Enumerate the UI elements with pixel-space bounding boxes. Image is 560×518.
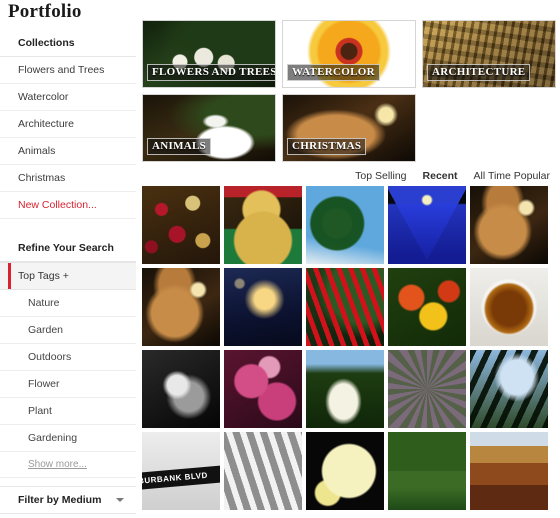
street-sign-line-1: BURBANK BLVD [142,471,208,487]
collection-banner-architecture[interactable]: ARCHITECTURE [422,20,556,88]
sidebar-filter-by-medium[interactable]: Filter by Medium [0,486,136,514]
sidebar-group-top-tags[interactable]: Top Tags + [0,262,136,290]
sidebar-tag-gardening[interactable]: Gardening [0,425,136,452]
collection-banner-row-1: FLOWERS AND TREES WATERCOLOR ARCHITECTUR… [142,20,560,88]
sidebar-tag-plant[interactable]: Plant [0,398,136,425]
collection-banner-label: WATERCOLOR [287,64,380,81]
photo-grid: BURBANK BLVD [142,186,548,510]
photo-thumbnail[interactable] [142,186,220,264]
sidebar-tag-nature[interactable]: Nature [0,290,136,317]
portfolio-page: Portfolio Collections Flowers and Trees … [0,0,560,518]
collection-banner-label: CHRISTMAS [287,138,367,155]
sidebar-tag-outdoors[interactable]: Outdoors [0,344,136,371]
collection-banner-watercolor[interactable]: WATERCOLOR [282,20,416,88]
photo-thumbnail[interactable] [470,186,548,264]
sidebar-item-architecture[interactable]: Architecture [0,111,136,138]
sidebar-tag-flower[interactable]: Flower [0,371,136,398]
photo-thumbnail[interactable] [470,432,548,510]
photo-thumbnail[interactable] [388,268,466,346]
photo-thumbnail[interactable]: BURBANK BLVD [142,432,220,510]
photo-thumbnail[interactable] [388,350,466,428]
sidebar-item-new-collection[interactable]: New Collection... [0,192,136,219]
photo-thumbnail[interactable] [306,350,384,428]
collection-banners: FLOWERS AND TREES WATERCOLOR ARCHITECTUR… [142,20,560,168]
photo-thumbnail[interactable] [470,350,548,428]
photo-thumbnail[interactable] [224,350,302,428]
collection-banner-label: ARCHITECTURE [427,64,531,81]
tab-top-selling[interactable]: Top Selling [355,170,406,186]
collection-banner-row-2: ANIMALS CHRISTMAS [142,94,560,162]
photo-thumbnail[interactable] [388,432,466,510]
photo-thumbnail[interactable] [224,186,302,264]
sidebar: Collections Flowers and Trees Watercolor… [0,30,136,518]
photo-thumbnail[interactable] [142,268,220,346]
collection-banner-label: FLOWERS AND TREES [147,64,275,81]
sidebar-item-flowers-and-trees[interactable]: Flowers and Trees [0,57,136,84]
photo-thumbnail[interactable] [306,432,384,510]
tab-all-time-popular[interactable]: All Time Popular [474,170,550,186]
collection-banner-label: ANIMALS [147,138,212,155]
photo-thumbnail[interactable] [470,268,548,346]
photo-thumbnail[interactable] [142,350,220,428]
sidebar-section-collections: Collections Flowers and Trees Watercolor… [0,30,136,219]
sidebar-tag-garden[interactable]: Garden [0,317,136,344]
photo-thumbnail[interactable] [224,432,302,510]
sidebar-heading-refine-your-search: Refine Your Search [0,235,136,262]
sidebar-item-watercolor[interactable]: Watercolor [0,84,136,111]
photo-thumbnail[interactable] [224,268,302,346]
sidebar-show-more-link[interactable]: Show more... [0,452,136,478]
chevron-down-icon [116,498,124,502]
sidebar-heading-collections: Collections [0,30,136,57]
collection-banner-christmas[interactable]: CHRISTMAS [282,94,416,162]
collection-banner-animals[interactable]: ANIMALS [142,94,276,162]
sidebar-filter-by-medium-label: Filter by Medium [18,494,102,506]
sidebar-item-christmas[interactable]: Christmas [0,165,136,192]
sidebar-section-refine: Refine Your Search Top Tags + Nature Gar… [0,235,136,514]
sidebar-item-animals[interactable]: Animals [0,138,136,165]
street-sign-overlay: BURBANK BLVD [142,465,220,491]
page-title: Portfolio [8,1,82,22]
collection-banner-flowers-and-trees[interactable]: FLOWERS AND TREES [142,20,276,88]
photo-thumbnail[interactable] [388,186,466,264]
photo-thumbnail[interactable] [306,268,384,346]
photo-thumbnail[interactable] [306,186,384,264]
